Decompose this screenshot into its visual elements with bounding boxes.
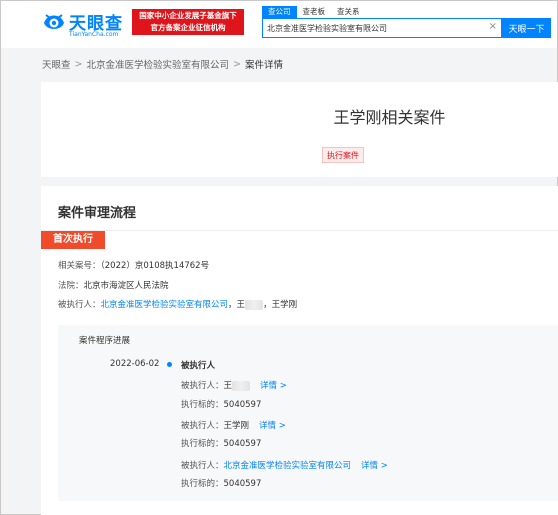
case-type-tag: 执行案件 xyxy=(322,147,364,163)
banner-line-2: 官方备案企业征信机构 xyxy=(150,23,226,32)
executed-person-row: 被执行人：北京金准医学检验实验室有限公司，王 ，王学刚 xyxy=(58,299,298,310)
tab-search-company[interactable]: 查公司 xyxy=(262,6,297,18)
progress-title: 案件程序进展 xyxy=(79,336,131,346)
executed-company-link[interactable]: 北京金准医学检验实验室有限公司 xyxy=(101,300,229,310)
progress-heading: 被执行人 xyxy=(181,361,216,371)
case-title-card: 王学刚相关案件 执行案件 xyxy=(41,82,558,177)
breadcrumb-current: 案件详情 xyxy=(244,60,283,71)
court-value: 北京市海淀区人民法院 xyxy=(83,281,169,291)
executed-person-1: 王 xyxy=(236,300,246,310)
progress-entry-name: 被执行人：王 详情 > xyxy=(181,379,287,391)
court-label: 法院： xyxy=(58,281,84,291)
court-row: 法院：北京市海淀区人民法院 xyxy=(58,279,169,291)
case-process-card: 案件审理流程 首次执行 相关案号：（2022）京0108执14762号 法院：北… xyxy=(41,186,558,515)
entry-target-value: 5040597 xyxy=(223,479,262,489)
progress-entry-target: 执行标的：5040597 xyxy=(181,398,261,410)
executed-label: 被执行人： xyxy=(58,300,101,310)
progress-entry-target: 执行标的：5040597 xyxy=(181,477,261,489)
breadcrumb-company[interactable]: 北京金准医学检验实验室有限公司 xyxy=(86,57,229,71)
official-banner: 国家中小企业发展子基金旗下 官方备案企业征信机构 xyxy=(132,9,244,35)
tab-search-relation[interactable]: 查关系 xyxy=(331,6,366,18)
progress-entry-target: 执行标的：5040597 xyxy=(181,437,261,449)
site-logo[interactable]: 天眼查 TianYanCha.com xyxy=(41,7,129,43)
stage-badge: 首次执行 xyxy=(41,231,105,249)
case-number-value: （2022）京0108执14762号 xyxy=(100,261,210,271)
entry-target-label: 执行标的： xyxy=(181,400,224,410)
breadcrumb-separator: > xyxy=(233,58,241,70)
breadcrumb-separator: > xyxy=(74,58,83,70)
case-number-label: 相关案号： xyxy=(58,261,101,271)
detail-link[interactable]: 详情 > xyxy=(361,461,388,471)
detail-link[interactable]: 详情 > xyxy=(259,421,286,431)
progress-entry-name: 被执行人：王学刚 详情 > xyxy=(181,419,286,431)
detail-link[interactable]: 详情 > xyxy=(260,381,287,391)
search-input[interactable] xyxy=(267,19,487,37)
search-tabs: 查公司 查老板 查关系 xyxy=(262,6,366,18)
entry-target-label: 执行标的： xyxy=(181,439,224,449)
breadcrumb: 天眼查 > 北京金准医学检验实验室有限公司 > 案件详情 xyxy=(42,57,283,72)
progress-date: 2022-06-02 xyxy=(110,359,160,369)
banner-line-1: 国家中小企业发展子基金旗下 xyxy=(139,11,237,20)
logo-subtext: TianYanCha.com xyxy=(69,31,119,38)
section-title: 案件审理流程 xyxy=(58,206,137,221)
entry-target-label: 执行标的： xyxy=(181,479,224,489)
progress-box: 案件程序进展 2022-06-02 被执行人 被执行人：王 详情 > 执行标的：5… xyxy=(58,325,558,501)
entry-company-link[interactable]: 北京金准医学检验实验室有限公司 xyxy=(224,461,352,471)
breadcrumb-home[interactable]: 天眼查 xyxy=(42,57,71,71)
entry-name-value: 王学刚 xyxy=(223,421,250,431)
top-header: 天眼查 TianYanCha.com 国家中小企业发展子基金旗下 官方备案企业征… xyxy=(1,1,557,48)
page-title: 王学刚相关案件 xyxy=(333,108,446,127)
section-divider xyxy=(41,230,558,231)
entry-target-value: 5040597 xyxy=(223,439,262,449)
timeline-dot-icon xyxy=(167,362,172,367)
entry-target-value: 5040597 xyxy=(223,400,262,410)
progress-entry-name: 被执行人：北京金准医学检验实验室有限公司 详情 > xyxy=(181,459,388,471)
clear-icon[interactable]: × xyxy=(489,21,497,32)
blurred-name xyxy=(232,380,251,391)
search-button[interactable]: 天眼一下 xyxy=(502,18,551,38)
blurred-name xyxy=(245,299,264,310)
executed-person-2: 王学刚 xyxy=(271,300,298,310)
entry-name-label: 被执行人： xyxy=(181,381,224,391)
tab-search-boss[interactable]: 查老板 xyxy=(297,6,332,18)
case-number-row: 相关案号：（2022）京0108执14762号 xyxy=(58,259,209,271)
eye-logo-icon xyxy=(44,14,64,29)
entry-name-value: 王 xyxy=(223,381,233,391)
search-box: × xyxy=(262,18,502,38)
entry-name-label: 被执行人： xyxy=(181,421,224,431)
entry-name-label: 被执行人： xyxy=(181,461,224,471)
